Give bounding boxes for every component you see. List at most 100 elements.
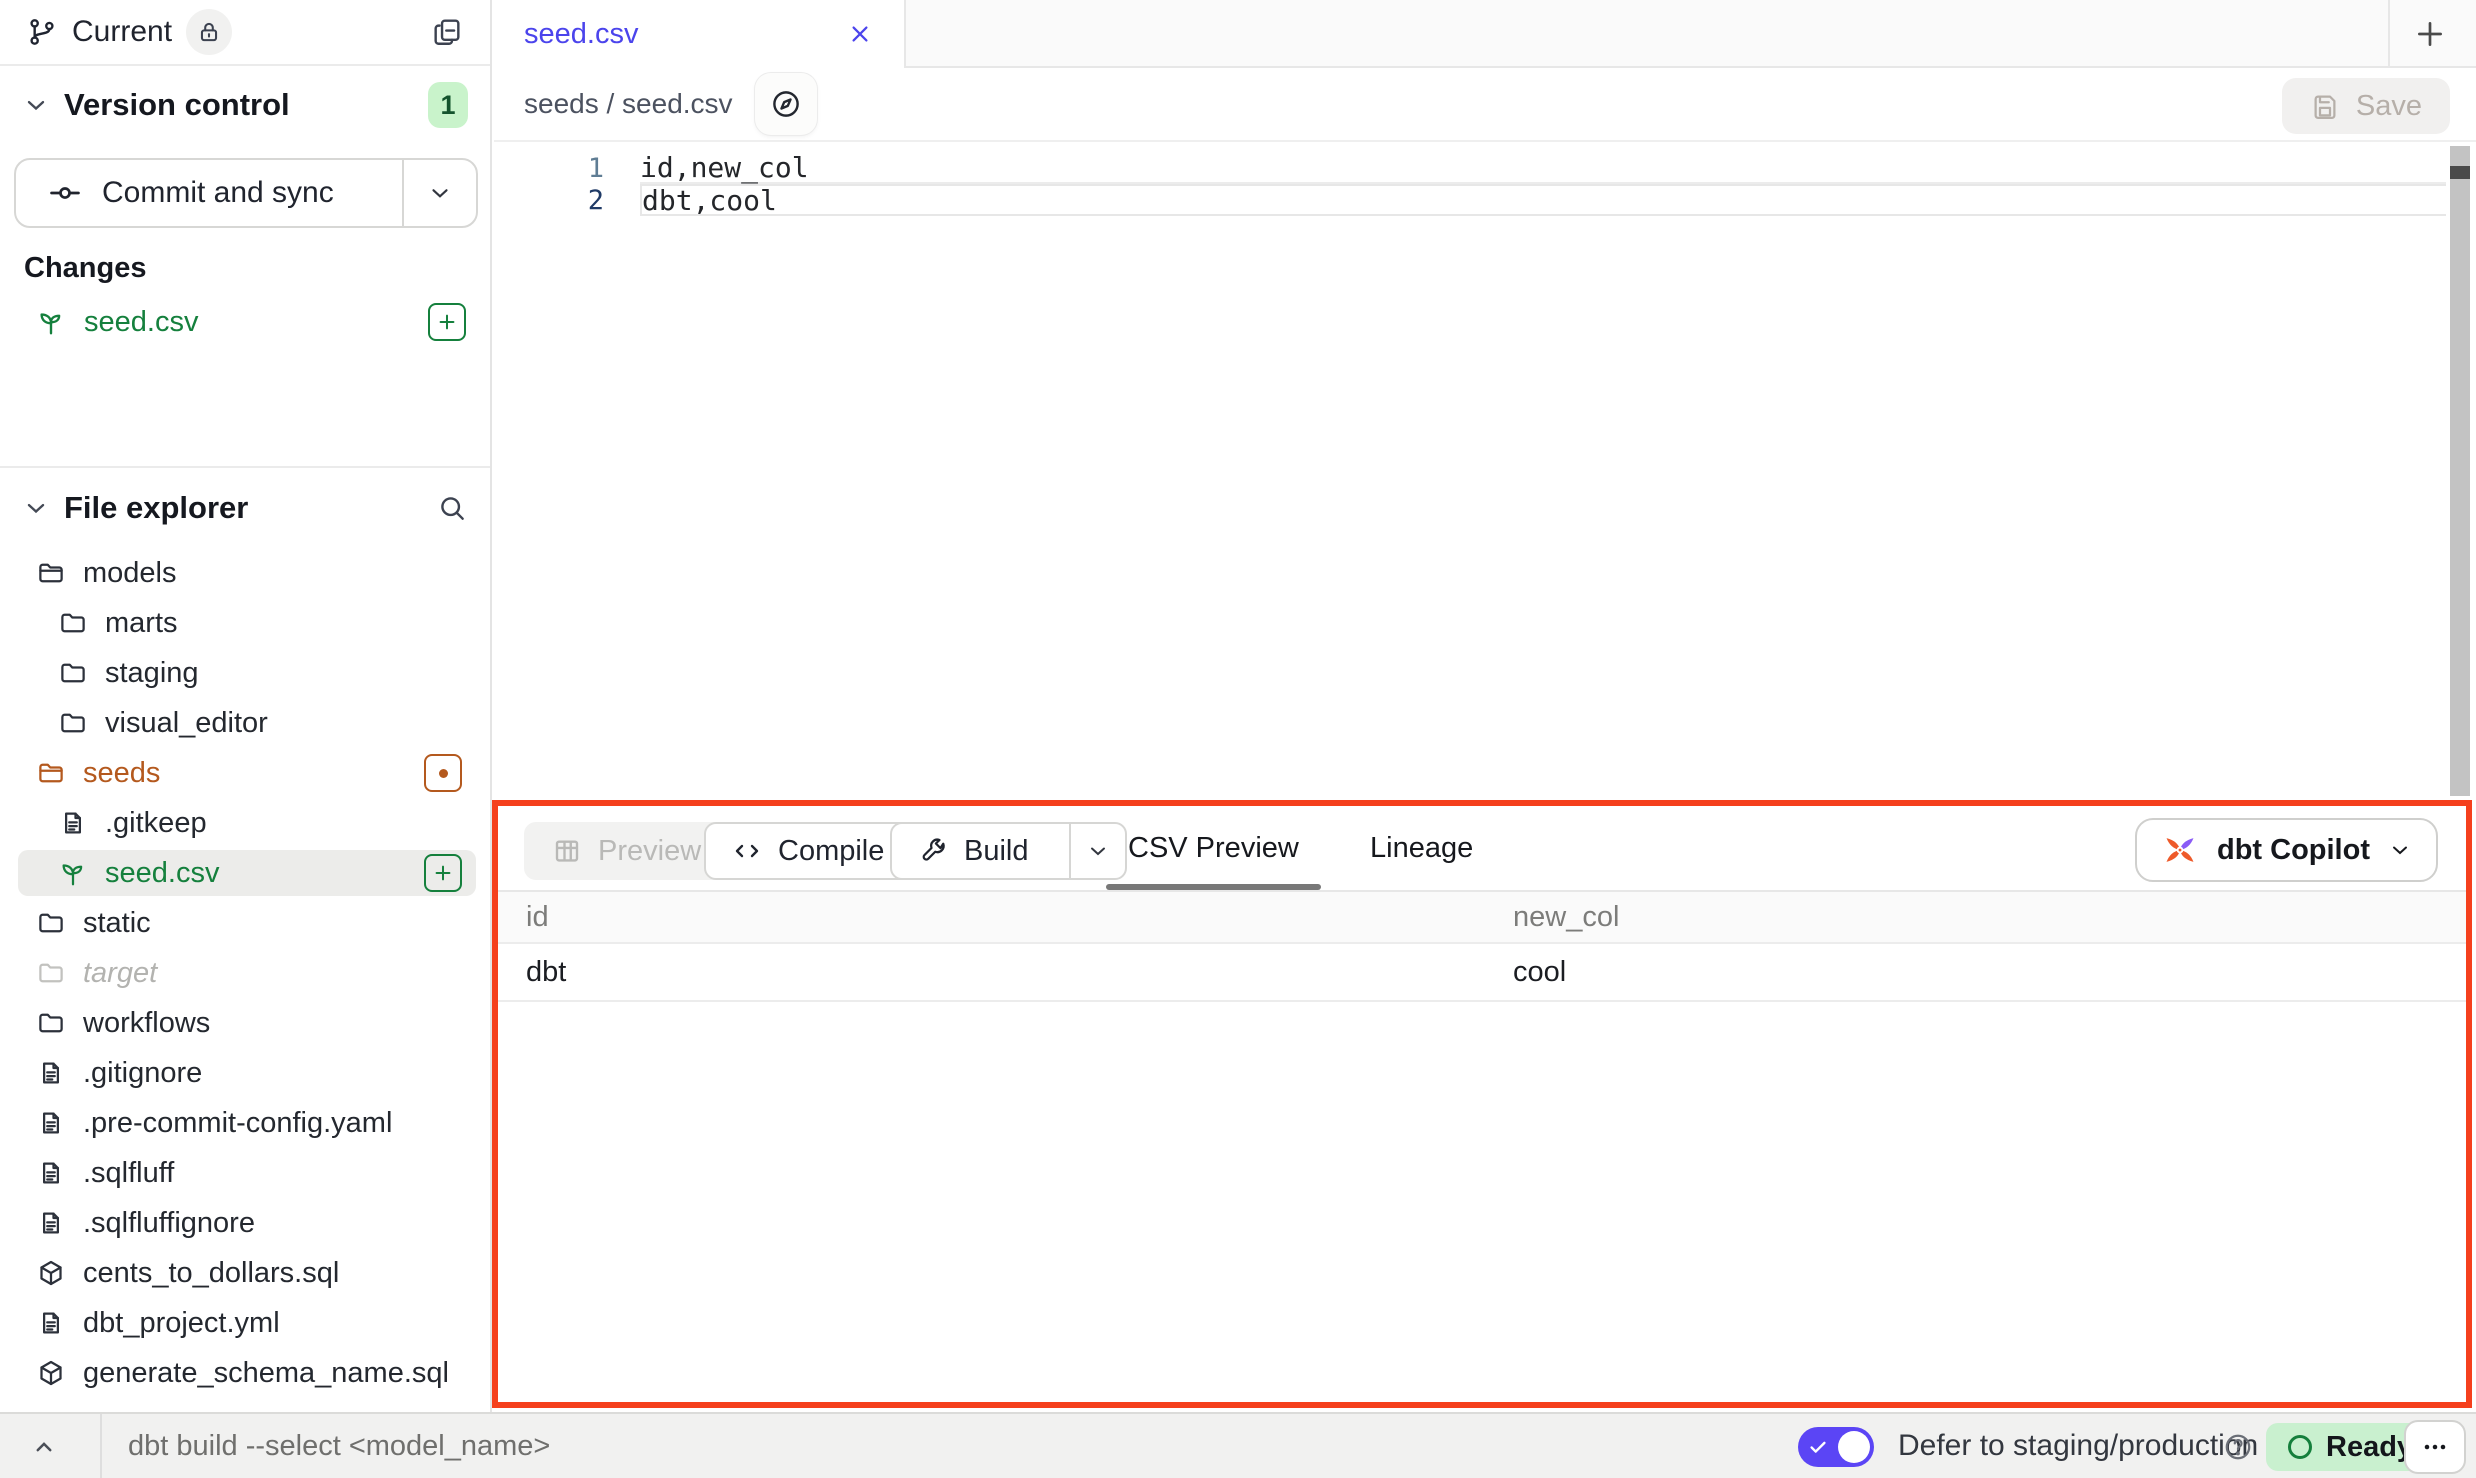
- file-name: seeds: [83, 757, 160, 790]
- line-number: 1: [494, 153, 604, 184]
- file-tree-item-seed-csv[interactable]: seed.csv: [0, 848, 490, 898]
- file-explorer-title: File explorer: [64, 490, 248, 526]
- table-cell: cool: [1485, 944, 2466, 1000]
- dbt-copilot-icon: [2161, 831, 2199, 869]
- tab-lineage-label: Lineage: [1370, 832, 1473, 865]
- file-explorer-header[interactable]: File explorer: [0, 478, 490, 538]
- file-tree-item-staging[interactable]: staging: [0, 648, 490, 698]
- search-icon[interactable]: [436, 492, 468, 524]
- folder-open-icon: [36, 758, 66, 788]
- code-line-2[interactable]: 2 dbt,cool: [494, 184, 2446, 216]
- compile-button[interactable]: Compile: [704, 822, 912, 880]
- close-icon[interactable]: [846, 20, 874, 48]
- build-button[interactable]: Build: [890, 822, 1127, 880]
- editor-tab-bar: seed.csv: [494, 0, 2476, 68]
- file-tree-item-seeds[interactable]: seeds: [0, 748, 490, 798]
- command-input[interactable]: dbt build --select <model_name>: [128, 1414, 550, 1478]
- code-icon: [732, 836, 762, 866]
- file-tree-item-marts[interactable]: marts: [0, 598, 490, 648]
- changed-file-row[interactable]: seed.csv: [0, 296, 490, 348]
- file-tree-item--gitkeep[interactable]: .gitkeep: [0, 798, 490, 848]
- branch-readonly-badge: [186, 9, 232, 55]
- defer-toggle[interactable]: [1798, 1427, 1874, 1467]
- build-label: Build: [964, 835, 1029, 868]
- preview-button[interactable]: Preview: [524, 822, 729, 880]
- file-tree-item--pre-commit-config-yaml[interactable]: .pre-commit-config.yaml: [0, 1098, 490, 1148]
- file-tree-item--sqlfluff[interactable]: .sqlfluff: [0, 1148, 490, 1198]
- seedling-icon: [58, 858, 88, 888]
- breadcrumb: seeds / seed.csv: [524, 88, 733, 120]
- file-tree-item--gitignore[interactable]: .gitignore: [0, 1048, 490, 1098]
- line-text: dbt,cool: [640, 184, 2446, 216]
- table-grid-icon: [552, 836, 582, 866]
- changes-count-badge: 1: [428, 82, 468, 128]
- file-icon: [36, 1108, 66, 1138]
- file-name: staging: [105, 657, 199, 690]
- version-control-header[interactable]: Version control 1: [0, 74, 490, 136]
- chevron-down-icon: [22, 494, 50, 522]
- sidebar: Current Version control 1: [0, 0, 492, 1412]
- tab-label: seed.csv: [524, 18, 638, 51]
- file-name: models: [83, 557, 177, 590]
- line-text: id,new_col: [640, 152, 2446, 184]
- preview-label: Preview: [598, 835, 701, 868]
- file-tree-item-target[interactable]: target: [0, 948, 490, 998]
- save-button[interactable]: Save: [2282, 78, 2450, 134]
- explore-compass-icon[interactable]: [755, 73, 817, 135]
- table-cell: dbt: [498, 944, 1485, 1000]
- copy-icon[interactable]: [430, 15, 464, 49]
- ready-label: Ready: [2326, 1431, 2413, 1464]
- dbt-ide: Current Version control 1: [0, 0, 2476, 1478]
- results-pane-highlighted: Preview Compile Build: [492, 800, 2472, 1408]
- column-header: new_col: [1485, 892, 2466, 942]
- new-tab-button[interactable]: [2408, 14, 2452, 54]
- file-tree-item-models[interactable]: models: [0, 548, 490, 598]
- editor-scrollbar[interactable]: [2450, 146, 2470, 796]
- commit-icon: [48, 176, 82, 210]
- tab-csv-preview-label: CSV Preview: [1128, 832, 1299, 865]
- file-name: dbt_project.yml: [83, 1307, 280, 1340]
- file-tree: models marts staging visual_editorseeds .git…: [0, 548, 490, 1398]
- scrollbar-thumb[interactable]: [2450, 166, 2470, 179]
- added-status-icon: [424, 854, 462, 892]
- folder-icon: [58, 708, 88, 738]
- line-number: 2: [494, 185, 604, 216]
- table-row[interactable]: dbtcool: [498, 944, 2466, 1002]
- more-menu-button[interactable]: [2404, 1420, 2466, 1474]
- changed-file-name: seed.csv: [84, 306, 198, 339]
- chevron-up-icon[interactable]: [24, 1428, 64, 1466]
- build-main[interactable]: Build: [892, 835, 1053, 868]
- dbt-copilot-button[interactable]: dbt Copilot: [2135, 818, 2438, 882]
- tab-csv-preview[interactable]: CSV Preview: [1128, 806, 1299, 890]
- defer-label: Defer to staging/production: [1898, 1414, 2258, 1478]
- code-editor[interactable]: 1 id,new_col 2 dbt,cool: [494, 142, 2476, 800]
- toggle-knob: [1838, 1431, 1870, 1463]
- file-tree-item-static[interactable]: static: [0, 898, 490, 948]
- commit-options-caret[interactable]: [402, 160, 476, 226]
- file-icon: [36, 1158, 66, 1188]
- folder-icon: [58, 658, 88, 688]
- divider: [100, 1414, 102, 1478]
- tab-lineage[interactable]: Lineage: [1370, 806, 1473, 890]
- file-name: workflows: [83, 1007, 210, 1040]
- file-tree-item-cents-to-dollars-sql[interactable]: cents_to_dollars.sql: [0, 1248, 490, 1298]
- file-tree-item-generate-schema-name-sql[interactable]: generate_schema_name.sql: [0, 1348, 490, 1398]
- file-tree-item-visual-editor[interactable]: visual_editor: [0, 698, 490, 748]
- folder-icon: [36, 1008, 66, 1038]
- commit-and-sync-main[interactable]: Commit and sync: [16, 160, 402, 226]
- commit-and-sync-button[interactable]: Commit and sync: [14, 158, 478, 228]
- file-name: cents_to_dollars.sql: [83, 1257, 339, 1290]
- help-icon[interactable]: [2222, 1431, 2254, 1463]
- build-options-caret[interactable]: [1069, 824, 1125, 878]
- compile-label: Compile: [778, 835, 884, 868]
- breadcrumb-bar: seeds / seed.csv Save: [494, 68, 2476, 142]
- wrench-icon: [918, 836, 948, 866]
- file-tree-item--sqlfluffignore[interactable]: .sqlfluffignore: [0, 1198, 490, 1248]
- version-control-title: Version control: [64, 87, 290, 123]
- file-tree-item-workflows[interactable]: workflows: [0, 998, 490, 1048]
- save-label: Save: [2356, 90, 2422, 123]
- tab-seed-csv[interactable]: seed.csv: [494, 0, 906, 68]
- modified-status-icon: [424, 754, 462, 792]
- file-tree-item-dbt-project-yml[interactable]: dbt_project.yml: [0, 1298, 490, 1348]
- code-line-1[interactable]: 1 id,new_col: [494, 152, 2446, 184]
